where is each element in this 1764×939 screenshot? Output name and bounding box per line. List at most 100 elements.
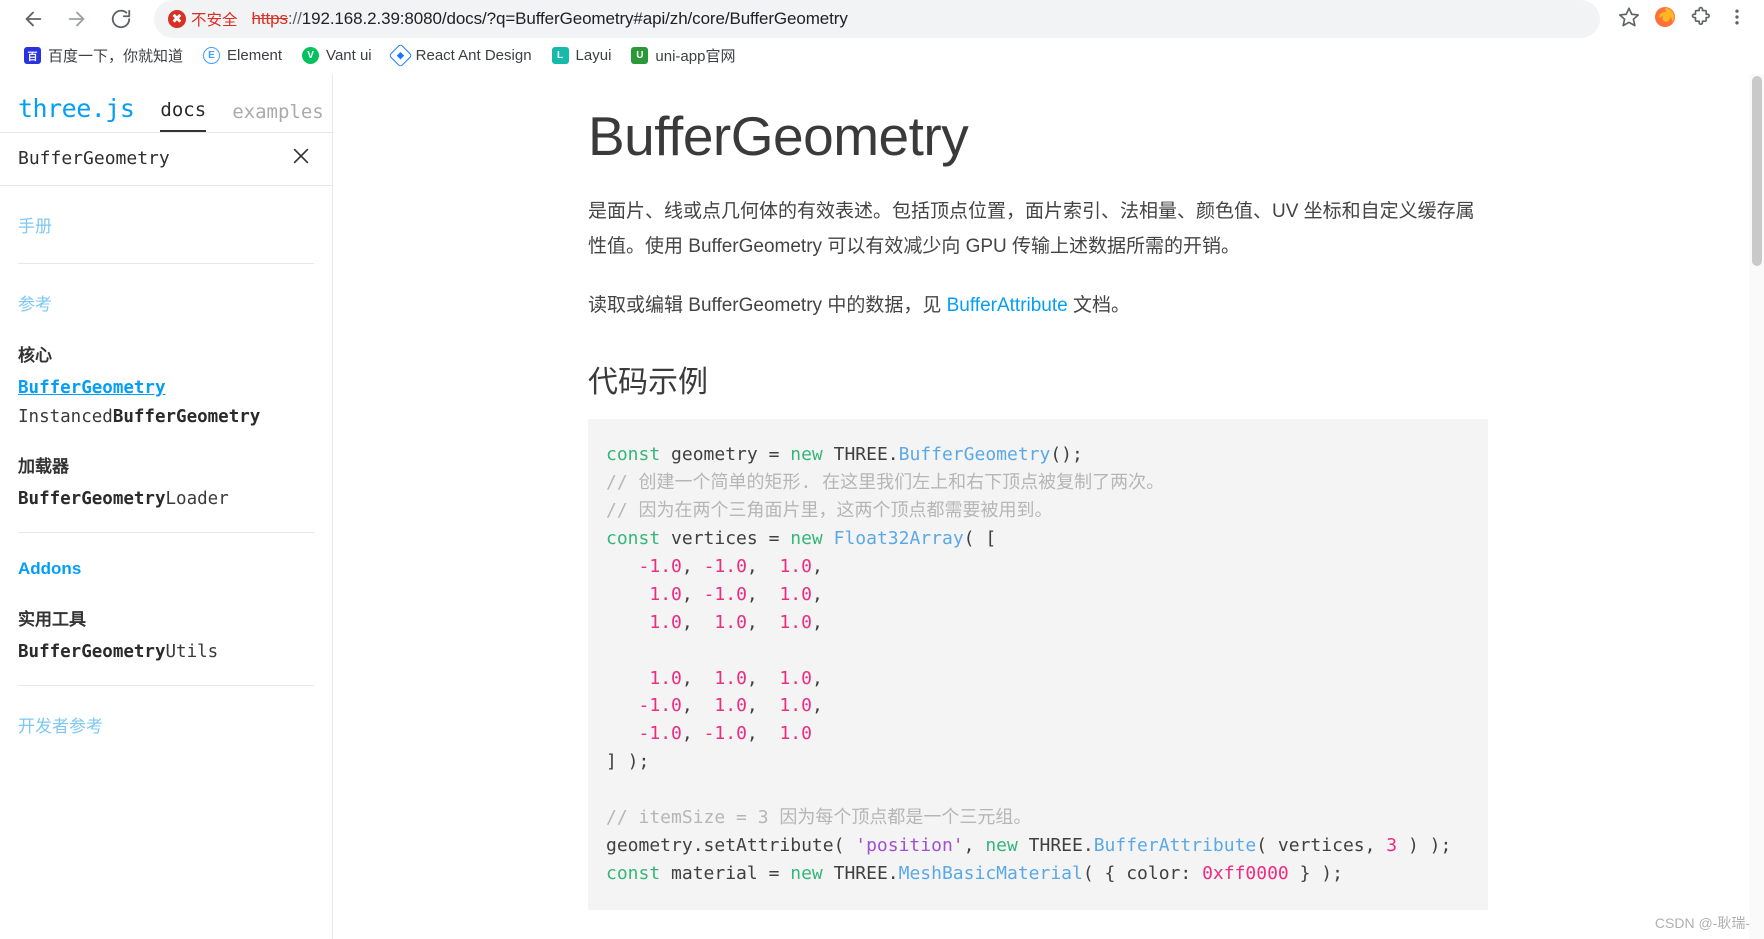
code-line: geometry.setAttribute( 'position', new T…	[606, 832, 1466, 860]
page-title: BufferGeometry	[588, 105, 969, 167]
code-token: new	[790, 444, 823, 466]
nav-divider	[18, 263, 314, 264]
address-bar[interactable]: ✖ 不安全 https://192.168.2.39:8080/docs/?q=…	[154, 0, 1600, 38]
code-token: } );	[1288, 862, 1343, 884]
close-icon	[290, 145, 312, 172]
code-token: ,	[811, 611, 823, 633]
forward-button[interactable]	[58, 0, 96, 38]
sidebar-item-instancedbuffergeometry[interactable]: InstancedBufferGeometry	[18, 403, 314, 432]
code-token: 1.0	[779, 555, 812, 577]
code-token: =	[768, 444, 780, 466]
sidebar-link-reference[interactable]: 参考	[18, 290, 314, 315]
clear-search-button[interactable]	[288, 145, 314, 171]
bookmark-item[interactable]: U uni-app官网	[621, 41, 745, 70]
firefox-extension-button[interactable]	[1652, 6, 1678, 32]
code-token: ( vertices,	[1256, 834, 1387, 856]
code-token: ,	[963, 834, 986, 856]
content-scrollbar[interactable]	[1749, 74, 1764, 939]
tab-docs[interactable]: docs	[160, 99, 207, 132]
code-token: new	[790, 862, 823, 884]
code-token: vertices	[660, 528, 769, 550]
code-token: // 创建一个简单的矩形. 在这里我们左上和右下顶点被复制了两次。	[606, 472, 1165, 494]
reload-button[interactable]	[102, 0, 140, 38]
sidebar-link-addons[interactable]: Addons	[18, 559, 314, 579]
sidebar-search-row: BufferGeometry	[0, 133, 332, 185]
code-token: Float32Array	[833, 528, 964, 550]
code-token: 1.0	[779, 723, 812, 745]
sidebar-link-developer-reference[interactable]: 开发者参考	[18, 712, 314, 737]
sidebar-item-buffergeometryutils[interactable]: BufferGeometryUtils	[18, 638, 314, 667]
code-token: ,	[746, 723, 780, 745]
watermark-text: CSDN @-耿瑞-	[1654, 915, 1750, 931]
bookmark-item[interactable]: E Element	[193, 43, 292, 68]
code-token: 3	[1386, 834, 1398, 856]
sidebar-link-manual[interactable]: 手册	[18, 212, 314, 237]
code-token: -1.0	[638, 723, 682, 745]
code-line: // 创建一个简单的矩形. 在这里我们左上和右下顶点被复制了两次。	[606, 469, 1466, 497]
code-token: 1.0	[714, 667, 747, 689]
code-example-block[interactable]: const geometry = new THREE.BufferGeometr…	[588, 419, 1488, 910]
code-token: ,	[811, 583, 823, 605]
browser-toolbar: ✖ 不安全 https://192.168.2.39:8080/docs/?q=…	[0, 0, 1764, 38]
url-scheme: https	[251, 9, 288, 28]
code-token: geometry	[660, 444, 769, 466]
bookmarks-bar: 百 百度一下，你就知道 E Element V Vant ui ◆ React …	[0, 38, 1764, 74]
toolbar-icons	[1606, 6, 1750, 32]
reference-paragraph: 读取或编辑 BufferGeometry 中的数据，见 BufferAttrib…	[588, 288, 1488, 323]
firefox-extension-icon	[1653, 5, 1677, 34]
sidebar-item-buffergeometry[interactable]: BufferGeometry	[18, 374, 314, 403]
bookmark-label: 百度一下，你就知道	[48, 48, 184, 65]
code-line: 1.0, 1.0, 1.0,	[606, 609, 1466, 637]
bookmark-item[interactable]: 百 百度一下，你就知道	[14, 41, 193, 70]
bookmark-label: React Ant Design	[415, 47, 532, 64]
security-label: 不安全	[191, 12, 238, 29]
code-token: =	[768, 528, 780, 550]
bufferattribute-link[interactable]: BufferAttribute	[947, 295, 1068, 316]
browser-menu-button[interactable]	[1724, 6, 1750, 32]
code-token: new	[985, 834, 1018, 856]
code-token: 1.0	[779, 583, 812, 605]
nav-divider	[18, 684, 314, 686]
threejs-brand-link[interactable]: three.js	[18, 94, 135, 132]
bookmark-item[interactable]: ◆ React Ant Design	[382, 43, 542, 68]
sidebar-item-label: BufferGeometry	[18, 378, 166, 398]
search-input[interactable]: BufferGeometry	[18, 148, 170, 169]
code-token: ,	[681, 555, 704, 577]
sidebar-item-buffergeometryloader[interactable]: BufferGeometryLoader	[18, 485, 314, 514]
bookmark-item[interactable]: L Layui	[542, 43, 622, 68]
bookmark-star-button[interactable]	[1616, 6, 1642, 32]
code-line: ] );	[606, 748, 1466, 776]
code-token: // 因为在两个三角面片里，这两个顶点都需要被用到。	[606, 500, 1053, 522]
security-badge[interactable]: ✖ 不安全	[168, 8, 238, 30]
bookmark-item[interactable]: V Vant ui	[292, 43, 382, 68]
extensions-button[interactable]	[1688, 6, 1714, 32]
code-token: ,	[681, 695, 715, 717]
code-token: ) );	[1397, 834, 1452, 856]
code-token: 1.0	[779, 611, 812, 633]
arrow-right-icon	[66, 8, 88, 30]
code-token: ,	[811, 667, 823, 689]
code-token: material	[660, 862, 769, 884]
url-display[interactable]: https://192.168.2.39:8080/docs/?q=Buffer…	[252, 9, 848, 29]
tab-examples[interactable]: examples	[232, 101, 324, 132]
code-token: ,	[681, 583, 704, 605]
code-token: -1.0	[638, 695, 682, 717]
code-token: ,	[681, 611, 715, 633]
puzzle-piece-icon	[1690, 6, 1712, 33]
back-button[interactable]	[14, 0, 52, 38]
code-token: ( [	[963, 528, 997, 550]
code-token: ] );	[606, 751, 650, 773]
scrollbar-thumb[interactable]	[1752, 76, 1762, 266]
sidebar-group-title: 加载器	[18, 456, 69, 477]
docs-sidebar: three.js docs examples BufferGeometry 手册…	[0, 74, 333, 939]
sidebar-group-title: 实用工具	[18, 609, 86, 630]
code-line: 1.0, -1.0, 1.0,	[606, 581, 1466, 609]
description-paragraph: 是面片、线或点几何体的有效表述。包括顶点位置，面片索引、法相量、颜色值、UV 坐…	[588, 201, 1475, 258]
